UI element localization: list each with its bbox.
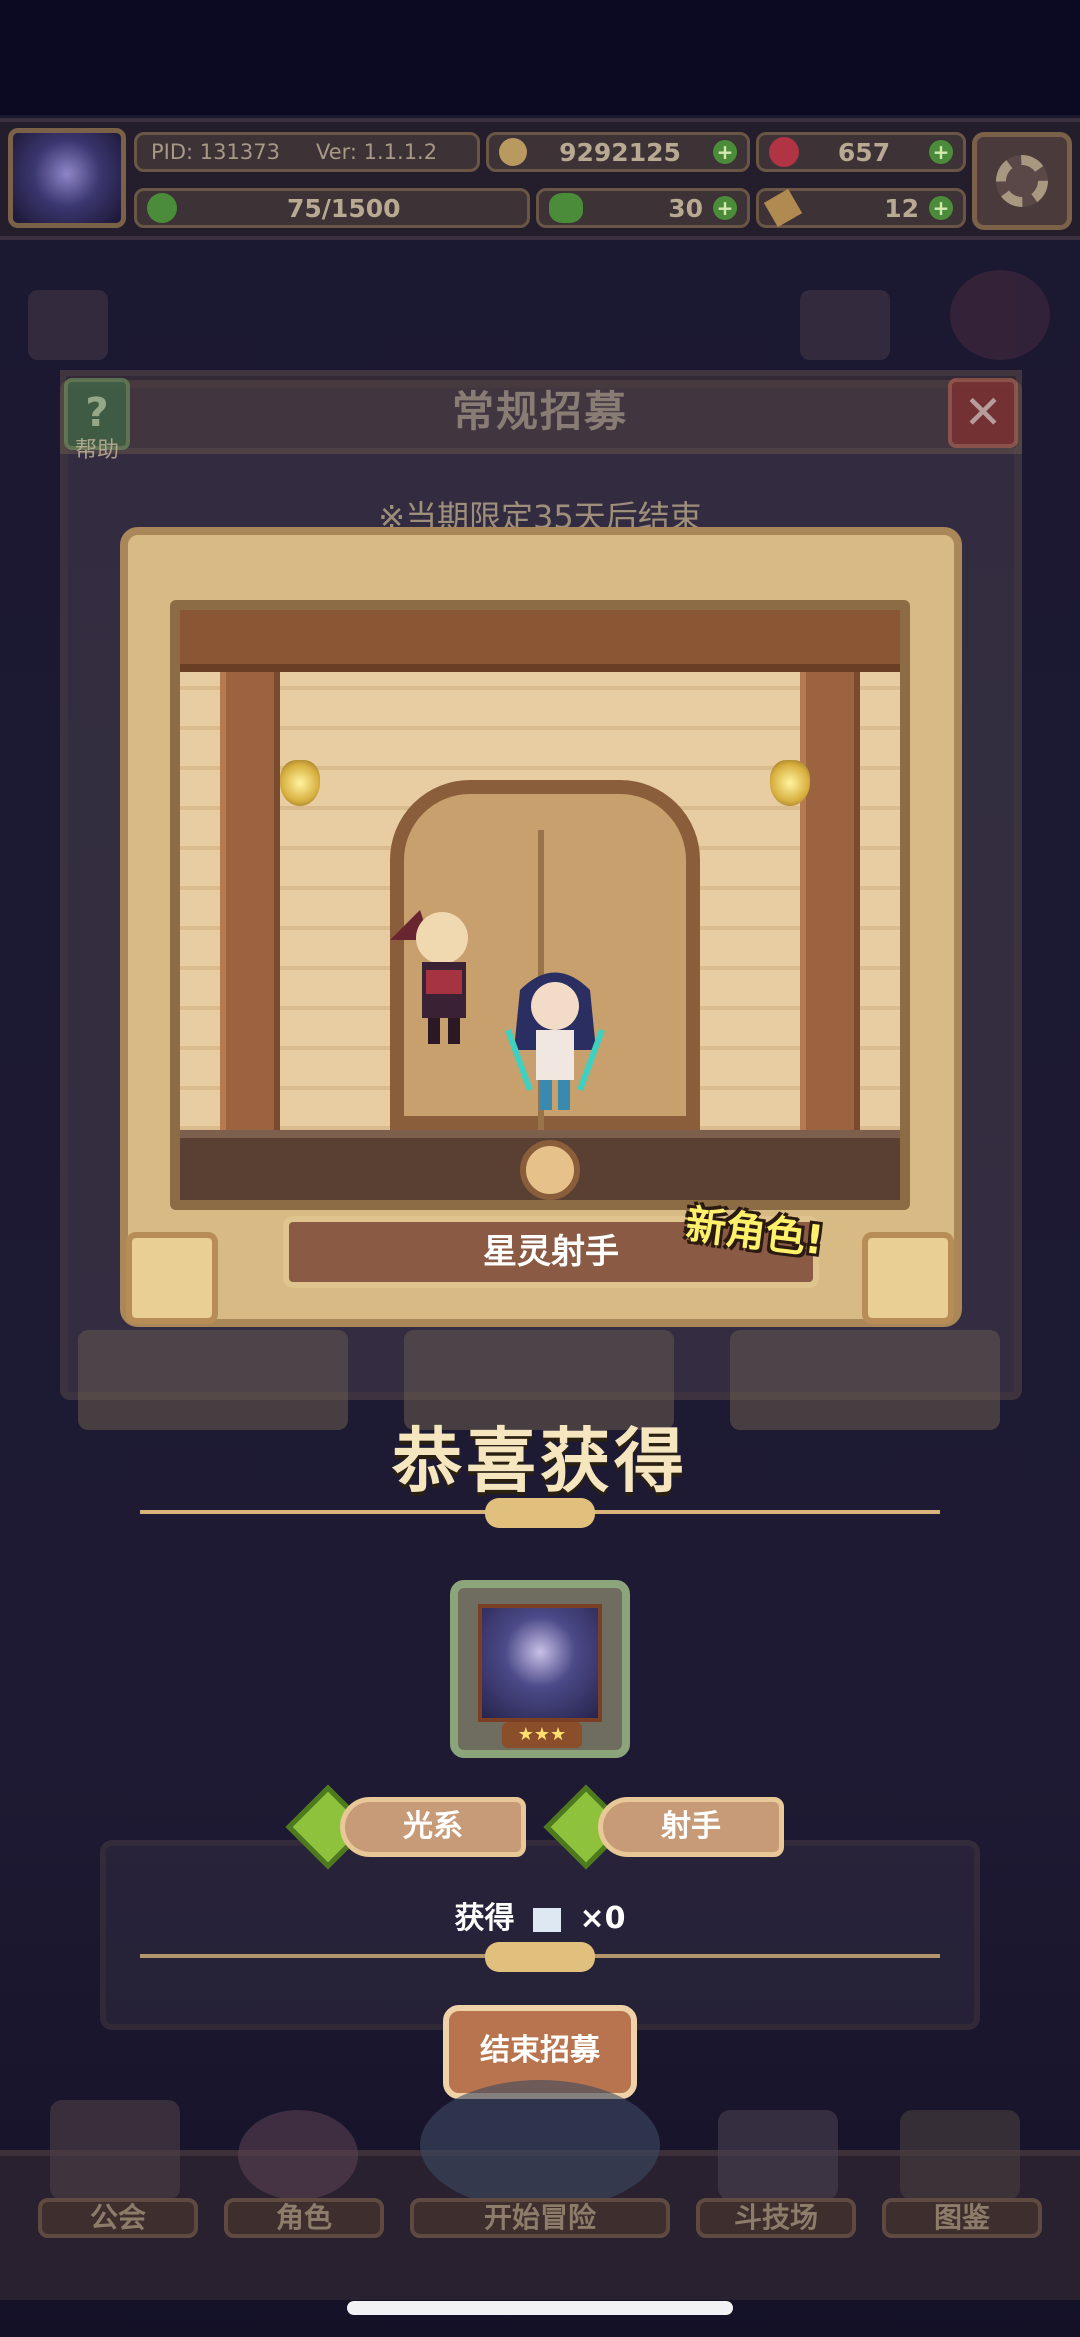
element-tag: 光系 (340, 1797, 526, 1857)
corner-ornament-right (862, 1232, 954, 1324)
archer-sprite (505, 972, 605, 1110)
gem-value: 657 (837, 137, 891, 167)
gem-bar[interactable]: 657 + (756, 132, 966, 172)
settings-button[interactable] (972, 132, 1072, 230)
stamina-value: 75/1500 (287, 193, 401, 223)
scene-coin-icon (520, 1140, 580, 1200)
star-rating: ★★★ (502, 1722, 582, 1748)
obtain-label: 获得 (454, 1901, 515, 1936)
corner-ornament-left (126, 1232, 218, 1324)
nav-arena[interactable]: 斗技场 (696, 2198, 856, 2238)
gold-bar[interactable]: 9292125 + (486, 132, 750, 172)
role-tag: 射手 (598, 1797, 784, 1857)
key-value: 12 (884, 193, 919, 223)
divider-ornament-top (485, 1498, 595, 1528)
close-button[interactable]: ✕ (948, 378, 1018, 448)
obtain-count: ×0 (579, 1901, 626, 1936)
key-icon (763, 188, 803, 228)
pid-label: PID: 131373 (151, 140, 280, 164)
shard-icon (532, 1907, 561, 1932)
clover-bar[interactable]: 30 + (536, 188, 750, 228)
stamina-bar[interactable]: 75/1500 (134, 188, 530, 228)
role-icon (238, 2110, 358, 2200)
help-label: 帮助 (74, 438, 119, 463)
add-key-icon[interactable]: + (929, 196, 953, 220)
congrats-title: 恭喜获得 (392, 1420, 688, 1502)
scene-pillar-left (220, 672, 280, 1132)
add-clover-icon[interactable]: + (713, 196, 737, 220)
add-gems-icon[interactable]: + (929, 140, 953, 164)
nav-characters[interactable]: 角色 (224, 2198, 384, 2238)
clover-value: 30 (668, 193, 703, 223)
arena-icon (718, 2110, 838, 2200)
scene-beam (180, 610, 900, 672)
pid-version-bar: PID: 131373 Ver: 1.1.1.2 (134, 132, 480, 172)
scene-pillar-right (800, 672, 860, 1132)
balloon-icon (950, 270, 1050, 360)
gear-icon (996, 155, 1048, 207)
guild-icon (50, 2100, 180, 2200)
avatar-art (13, 133, 121, 223)
obtain-line: 获得 ×0 (0, 1893, 1080, 1937)
lamp-left-icon (280, 760, 320, 806)
reveal-scene (170, 600, 910, 1210)
ruby-icon (769, 137, 799, 167)
divider-ornament-bottom (485, 1942, 595, 1972)
question-icon: ? (85, 390, 109, 436)
home-indicator[interactable] (347, 2301, 733, 2315)
chat-icon (800, 290, 890, 360)
add-gold-icon[interactable]: + (712, 140, 737, 164)
portrait-frame (478, 1604, 602, 1722)
player-avatar[interactable] (8, 128, 126, 228)
character-portrait[interactable]: ★★★ (450, 1580, 630, 1758)
close-icon: ✕ (963, 385, 1003, 439)
clover-icon (147, 193, 177, 223)
gold-value: 9292125 (559, 137, 681, 167)
companion-sprite (390, 910, 468, 1044)
nav-start-adventure[interactable]: 开始冒险 (410, 2198, 670, 2238)
side-icon-left (28, 290, 108, 360)
adventure-icon (420, 2080, 660, 2210)
version-label: Ver: 1.1.1.2 (315, 140, 438, 164)
key-bar[interactable]: 12 + (756, 188, 966, 228)
recruit-title: 常规招募 (451, 387, 628, 436)
nav-codex[interactable]: 图鉴 (882, 2198, 1042, 2238)
portrait-art (482, 1608, 598, 1718)
codex-icon (900, 2110, 1020, 2200)
coin-icon (499, 138, 527, 166)
nav-guild[interactable]: 公会 (38, 2198, 198, 2238)
four-leaf-icon (549, 193, 583, 223)
lamp-right-icon (770, 760, 810, 806)
